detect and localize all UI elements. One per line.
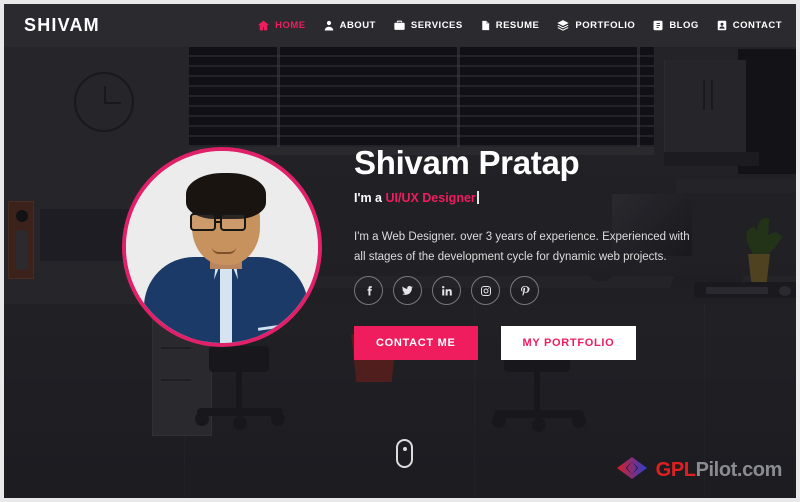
scroll-mouse-icon[interactable] [396, 439, 413, 468]
gplpilot-diamond-logo [615, 455, 649, 486]
facebook-icon[interactable] [354, 276, 383, 305]
layers-icon [556, 19, 570, 32]
role-typed-text: UI/UX Designer [385, 191, 476, 205]
site-logo[interactable]: SHIVAM [24, 15, 100, 36]
note-icon [652, 19, 664, 32]
hero-text-block: Shivam Pratap I'm a UI/UX Designer I'm a… [354, 144, 774, 267]
nav-item-blog[interactable]: BLOG [652, 19, 698, 32]
watermark-text: GPLPilot.com [655, 459, 783, 482]
profile-photo [126, 151, 318, 343]
social-links [354, 276, 539, 305]
main-navigation: HOME ABOUT SERVICES RESUME PORTFOLIO BLO… [257, 19, 782, 32]
watermark: GPLPilot.com [615, 455, 782, 486]
nav-label: RESUME [495, 20, 540, 31]
photo-eyeglasses [190, 213, 216, 231]
typing-caret [476, 191, 479, 204]
nav-item-about[interactable]: ABOUT [323, 19, 376, 32]
hero-section: Shivam Pratap I'm a UI/UX Designer I'm a… [4, 4, 796, 498]
twitter-icon[interactable] [393, 276, 422, 305]
scroll-dot [403, 447, 407, 451]
hero-cta-buttons: CONTACT ME MY PORTFOLIO [354, 326, 637, 360]
watermark-domain: Pilot.com [695, 459, 783, 481]
hero-description: I'm a Web Designer. over 3 years of expe… [354, 231, 690, 264]
nav-label: SERVICES [410, 20, 463, 31]
home-icon [257, 19, 270, 32]
instagram-icon[interactable] [471, 276, 500, 305]
my-portfolio-button[interactable]: MY PORTFOLIO [500, 326, 637, 360]
photo-glasses-bridge [216, 221, 222, 223]
nav-label: HOME [275, 20, 306, 31]
role-prefix: I'm a [354, 191, 386, 205]
nav-label: BLOG [669, 20, 699, 31]
hero-role-line: I'm a UI/UX Designer [354, 191, 774, 205]
site-header: SHIVAM HOME ABOUT SERVICES RESUME PORTFO… [4, 4, 796, 47]
nav-label: ABOUT [339, 20, 376, 31]
watermark-brand: GPL [655, 459, 696, 481]
briefcase-icon [393, 19, 406, 32]
photo-eyeglasses [220, 213, 246, 231]
document-icon [480, 19, 491, 32]
nav-label: PORTFOLIO [575, 20, 636, 31]
linkedin-icon[interactable] [432, 276, 461, 305]
photo-smile [212, 247, 236, 254]
nav-item-resume[interactable]: RESUME [480, 19, 540, 32]
page-title: Shivam Pratap [354, 144, 580, 181]
nav-item-home[interactable]: HOME [257, 19, 306, 32]
nav-label: CONTACT [732, 20, 782, 31]
contact-me-button[interactable]: CONTACT ME [354, 326, 478, 360]
nav-item-services[interactable]: SERVICES [393, 19, 463, 32]
browser-viewport: SHIVAM HOME ABOUT SERVICES RESUME PORTFO… [0, 0, 800, 502]
user-icon [323, 19, 335, 32]
nav-item-portfolio[interactable]: PORTFOLIO [556, 19, 635, 32]
pinterest-icon[interactable] [510, 276, 539, 305]
contact-icon [716, 19, 728, 32]
avatar [122, 147, 322, 347]
nav-item-contact[interactable]: CONTACT [716, 19, 782, 32]
